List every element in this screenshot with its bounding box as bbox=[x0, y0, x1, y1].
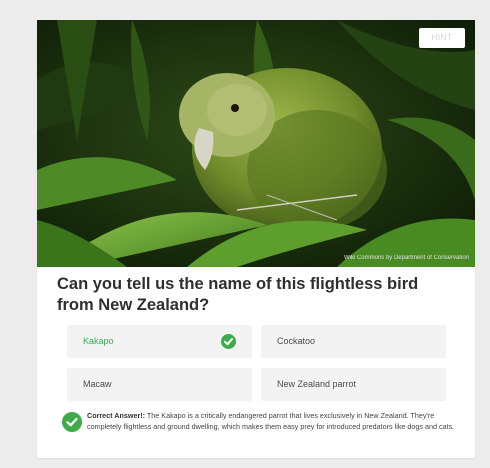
option-macaw[interactable]: Macaw bbox=[67, 368, 252, 401]
option-new-zealand-parrot[interactable]: New Zealand parrot bbox=[261, 368, 446, 401]
option-label: Kakapo bbox=[83, 336, 114, 346]
kakapo-image bbox=[37, 20, 475, 267]
option-cockatoo[interactable]: Cockatoo bbox=[261, 325, 446, 358]
check-circle-icon bbox=[62, 412, 82, 432]
option-label: New Zealand parrot bbox=[277, 379, 357, 389]
answer-prefix: Correct Answer!: bbox=[87, 411, 146, 420]
answer-explanation: Correct Answer!: The Kakapo is a critica… bbox=[87, 410, 459, 432]
photo-credit: Wiki Commons by Department of Conservati… bbox=[343, 255, 469, 261]
option-label: Cockatoo bbox=[277, 336, 316, 346]
quiz-card: HINT Wiki Commons by Department of Conse… bbox=[37, 20, 475, 458]
question-text: Can you tell us the name of this flightl… bbox=[57, 275, 419, 314]
option-label: Macaw bbox=[83, 379, 112, 389]
bird-photo: HINT Wiki Commons by Department of Conse… bbox=[37, 20, 475, 267]
check-icon bbox=[221, 334, 236, 349]
hint-button[interactable]: HINT bbox=[419, 28, 465, 48]
option-kakapo[interactable]: Kakapo bbox=[67, 325, 252, 358]
